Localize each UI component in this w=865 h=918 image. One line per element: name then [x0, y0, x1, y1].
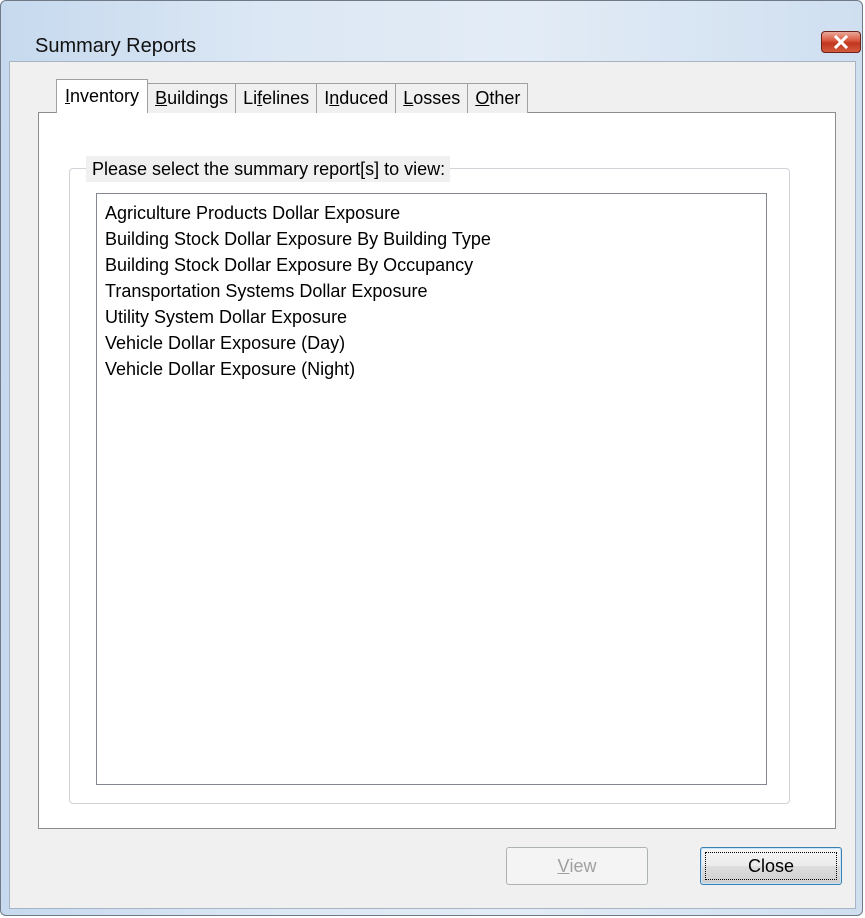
title-bar[interactable]: [1, 1, 862, 39]
report-list-item[interactable]: Vehicle Dollar Exposure (Day): [105, 330, 766, 356]
groupbox-legend: Please select the summary report[s] to v…: [86, 156, 451, 182]
tab-strip: Inventory Buildings Li f elines In duced Lo…: [56, 79, 529, 113]
tab-label-accelerator: B: [155, 88, 168, 108]
report-list-item[interactable]: Vehicle Dollar Exposure (Night): [105, 356, 766, 382]
tab-label-accelerator: n: [329, 88, 340, 108]
tab-lifelines[interactable]: Li f elines: [235, 83, 318, 113]
dialog-window: Summary Reports Inventory Buildings Li f e…: [0, 0, 863, 916]
view-button[interactable]: View: [506, 847, 648, 885]
report-list-item[interactable]: Building Stock Dollar Exposure By Occupa…: [105, 252, 766, 278]
tab-label-rest: ther: [489, 88, 521, 108]
tab-label-rest: duced: [339, 88, 389, 108]
tab-buildings[interactable]: Buildings: [147, 83, 237, 113]
close-x-icon: [833, 35, 849, 49]
tab-label-accelerator: O: [475, 88, 490, 108]
tab-other[interactable]: Other: [467, 83, 529, 113]
view-button-accelerator: V: [557, 855, 570, 876]
report-list-item[interactable]: Agriculture Products Dollar Exposure: [105, 200, 766, 226]
tab-label-accelerator: L: [403, 88, 414, 108]
window-title: Summary Reports: [35, 35, 197, 57]
tab-label-rest: uildings: [167, 88, 229, 108]
report-list-item[interactable]: Transportation Systems Dollar Exposure: [105, 278, 766, 304]
report-listbox[interactable]: Agriculture Products Dollar Exposure Bui…: [96, 193, 767, 785]
tab-label-rest: nventory: [70, 86, 140, 106]
tab-label-rest: osses: [413, 88, 461, 108]
window-close-button[interactable]: [821, 31, 861, 53]
tab-losses[interactable]: Losses: [395, 83, 469, 113]
report-list-item[interactable]: Utility System Dollar Exposure: [105, 304, 766, 330]
close-button[interactable]: Close: [700, 847, 842, 885]
report-list-item[interactable]: Building Stock Dollar Exposure By Buildi…: [105, 226, 766, 252]
tab-label-prefix: Li: [243, 88, 258, 108]
view-button-label: iew: [569, 855, 597, 876]
tab-induced[interactable]: In duced: [316, 83, 397, 113]
focus-rectangle: [705, 852, 837, 880]
tab-label-rest: elines: [262, 88, 310, 108]
tab-inventory[interactable]: Inventory: [56, 79, 149, 113]
